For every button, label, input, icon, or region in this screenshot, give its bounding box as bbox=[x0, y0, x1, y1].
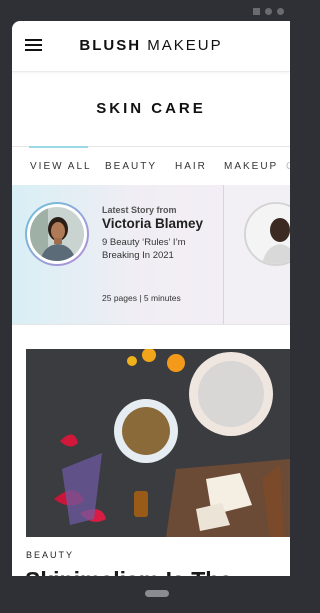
category-tabs: VIEW ALL BEAUTY HAIR MAKEUP C bbox=[12, 146, 290, 187]
story-author-name[interactable]: Victoria Blamey bbox=[102, 216, 203, 231]
tab-view-all[interactable]: VIEW ALL bbox=[30, 147, 92, 186]
author-avatar-partial bbox=[244, 202, 290, 266]
article-category: BEAUTY bbox=[26, 550, 75, 560]
brand-name-light: MAKEUP bbox=[147, 37, 223, 54]
wifi-icon bbox=[277, 8, 284, 15]
tab-makeup[interactable]: MAKEUP bbox=[224, 147, 278, 186]
signal-icon bbox=[253, 8, 260, 15]
story-kicker: Latest Story from bbox=[102, 205, 177, 215]
story-card-partial[interactable] bbox=[224, 185, 290, 324]
status-icons bbox=[253, 8, 284, 15]
story-title[interactable]: 9 Beauty ‘Rules’ I’m Breaking In 2021 bbox=[102, 236, 217, 262]
tab-hair[interactable]: HAIR bbox=[175, 147, 207, 186]
brand-logo[interactable]: BLUSH MAKEUP bbox=[12, 37, 290, 54]
app-screen: BLUSH MAKEUP SKIN CARE VIEW ALL BEAUTY H… bbox=[12, 21, 290, 576]
page-title: SKIN CARE bbox=[96, 100, 206, 117]
brand-name-bold: BLUSH bbox=[79, 37, 142, 54]
story-card[interactable]: Latest Story from Victoria Blamey 9 Beau… bbox=[12, 185, 224, 324]
system-nav-bar bbox=[0, 576, 290, 613]
tab-beauty[interactable]: BEAUTY bbox=[105, 147, 157, 186]
article-hero-image[interactable] bbox=[26, 349, 290, 537]
tab-overflow-partial: C bbox=[286, 147, 290, 186]
article-title[interactable]: Skinimalism Is The bbox=[25, 567, 232, 576]
battery-icon bbox=[265, 8, 272, 15]
story-meta: 25 pages | 5 minutes bbox=[102, 293, 181, 303]
home-indicator[interactable] bbox=[145, 590, 169, 597]
status-bar bbox=[0, 0, 290, 22]
stories-carousel: Latest Story from Victoria Blamey 9 Beau… bbox=[12, 185, 290, 325]
author-avatar bbox=[30, 207, 84, 261]
author-avatar-ring bbox=[25, 202, 89, 266]
app-header: BLUSH MAKEUP bbox=[12, 21, 290, 72]
